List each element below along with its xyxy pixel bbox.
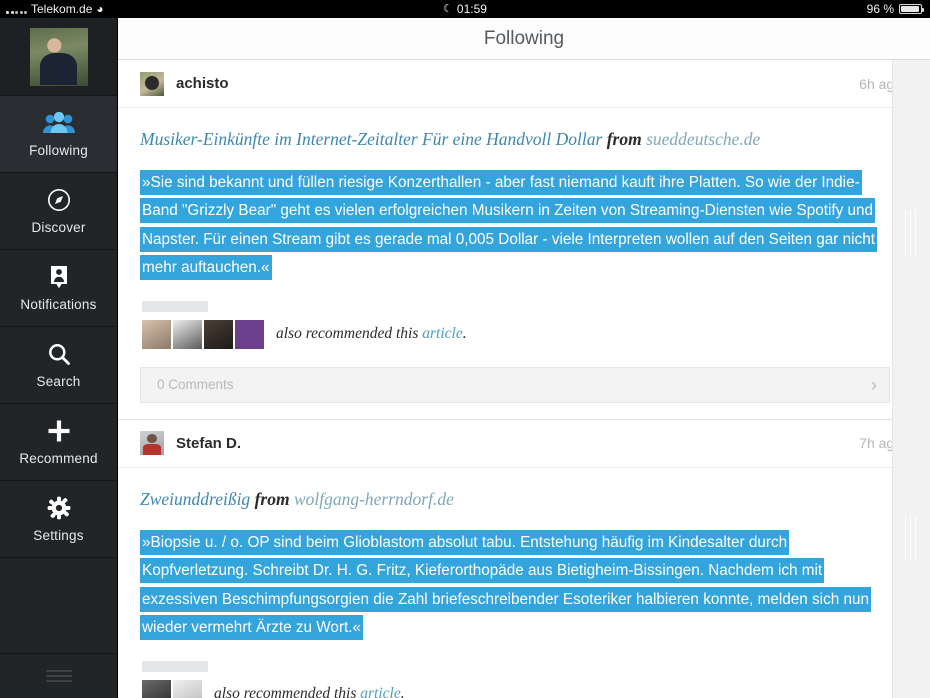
magnifier-icon: [47, 341, 71, 367]
sidebar-item-discover[interactable]: Discover: [0, 173, 117, 250]
headline-source[interactable]: wolfgang-herrndorf.de: [294, 489, 454, 509]
sidebar-item-settings[interactable]: Settings: [0, 481, 117, 558]
avatar[interactable]: [142, 319, 171, 349]
sidebar-item-search[interactable]: Search: [0, 327, 117, 404]
headline-from-label: from: [606, 129, 642, 149]
gear-icon: [47, 495, 71, 521]
feed-post: achisto 6h ago Musiker-Einkünfte im Inte…: [118, 60, 930, 420]
recommend-prefix: also recommended this: [276, 325, 423, 343]
page-title: Following: [483, 27, 565, 49]
post-header[interactable]: Stefan D. 7h ago: [118, 420, 930, 468]
post-author[interactable]: Stefan D.: [176, 435, 241, 452]
sidebar-item-recommend[interactable]: Recommend: [0, 404, 117, 481]
placeholder-bar: [142, 300, 208, 312]
sidebar-menu-button[interactable]: [0, 653, 117, 698]
comments-count: 0 Comments: [157, 377, 234, 393]
post-quote: »Biopsie u. / o. OP sind beim Glioblasto…: [140, 529, 890, 643]
post-headline: Zweiunddreißig from wolfgang-herrndorf.d…: [140, 488, 890, 511]
sidebar-item-label: Discover: [31, 220, 86, 235]
avatar[interactable]: [173, 319, 202, 349]
post-body: Musiker-Einkünfte im Internet-Zeitalter …: [118, 108, 930, 419]
sidebar-item-label: Notifications: [20, 297, 97, 312]
moon-icon: ☾: [443, 3, 453, 15]
compass-icon: [47, 187, 71, 213]
avatar[interactable]: [140, 431, 164, 456]
avatar[interactable]: [142, 679, 171, 698]
sidebar-item-label: Search: [36, 374, 81, 389]
headline-source[interactable]: sueddeutsche.de: [646, 129, 760, 149]
recommender-avatars[interactable]: [142, 679, 204, 698]
post-quote: »Sie sind bekannt und füllen riesige Kon…: [140, 169, 890, 283]
avatar[interactable]: [173, 679, 202, 698]
pane-resize-gutter[interactable]: [892, 60, 930, 698]
chevron-right-icon: ›: [871, 374, 877, 395]
recommender-avatars[interactable]: [142, 319, 266, 349]
status-bar-right: 96 %: [866, 0, 924, 18]
avatar[interactable]: [140, 71, 164, 96]
recommend-text: also recommended this article.: [214, 685, 405, 698]
profile-avatar[interactable]: [29, 27, 88, 86]
sidebar-item-label: Recommend: [19, 451, 98, 466]
recommend-suffix: .: [462, 325, 467, 343]
battery-percent-label: 96 %: [866, 2, 894, 16]
recommend-prefix: also recommended this: [214, 685, 361, 698]
sidebar-item-label: Settings: [33, 528, 84, 543]
recommend-suffix: .: [400, 685, 405, 698]
avatar[interactable]: [204, 319, 233, 349]
sidebar: Following Discover Notifications Search …: [0, 18, 118, 698]
sidebar-item-following[interactable]: Following: [0, 96, 117, 173]
headline-title[interactable]: Musiker-Einkünfte im Internet-Zeitalter …: [140, 129, 602, 149]
sidebar-profile[interactable]: [0, 18, 117, 96]
battery-icon: [899, 4, 924, 14]
feed-post: Stefan D. 7h ago Zweiunddreißig from wol…: [118, 420, 930, 698]
ios-status-bar: Telekom.de ◕ ☾ 01:59 96 %: [0, 0, 930, 18]
sidebar-item-notifications[interactable]: Notifications: [0, 250, 117, 327]
article-link[interactable]: article: [360, 685, 400, 698]
recommenders-row: also recommended this article.: [140, 679, 890, 698]
plus-icon: [47, 418, 71, 444]
post-header[interactable]: achisto 6h ago: [118, 60, 930, 108]
post-quote-text: »Sie sind bekannt und füllen riesige Kon…: [140, 169, 877, 281]
headline-from-label: from: [254, 488, 290, 509]
hamburger-icon: [45, 667, 72, 685]
status-bar-center: ☾ 01:59: [0, 0, 930, 18]
clock-label: 01:59: [456, 2, 487, 16]
headline-title[interactable]: Zweiunddreißig: [140, 489, 250, 509]
post-headline: Musiker-Einkünfte im Internet-Zeitalter …: [140, 128, 890, 151]
recommenders-row: also recommended this article.: [140, 319, 890, 353]
title-bar: Following: [118, 18, 930, 60]
main-panel: Following achisto 6h ago Musiker-Einkünf…: [118, 18, 930, 698]
comments-bar[interactable]: 0 Comments ›: [140, 366, 890, 403]
feed-list[interactable]: achisto 6h ago Musiker-Einkünfte im Inte…: [118, 60, 930, 698]
sidebar-item-label: Following: [29, 143, 88, 158]
placeholder-bar: [142, 660, 208, 672]
post-author[interactable]: achisto: [176, 75, 229, 92]
post-quote-text: »Biopsie u. / o. OP sind beim Glioblasto…: [140, 529, 872, 640]
people-icon: [42, 110, 76, 136]
person-badge-icon: [48, 264, 70, 290]
avatar[interactable]: [235, 319, 264, 349]
app-root: Telekom.de ◕ ☾ 01:59 96 % Following Disc…: [0, 0, 930, 698]
post-body: Zweiunddreißig from wolfgang-herrndorf.d…: [118, 468, 930, 698]
pane-grip-handle[interactable]: [905, 515, 918, 561]
recommend-text: also recommended this article.: [276, 325, 467, 343]
pane-grip-handle[interactable]: [905, 210, 918, 256]
article-link[interactable]: article: [422, 325, 462, 342]
